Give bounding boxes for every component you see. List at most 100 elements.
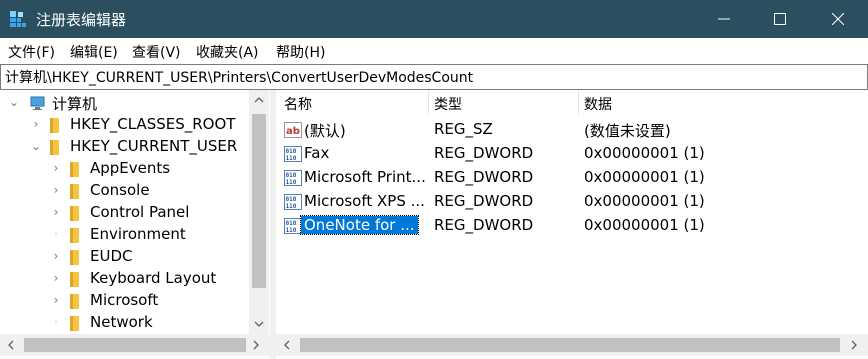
dword-value-icon: 010 110 <box>284 218 302 234</box>
value-row[interactable]: 010 110 Microsoft XPS ... REG_DWORD 0x00… <box>276 190 868 214</box>
menu-view[interactable]: 查看(V) <box>132 42 181 62</box>
folder-icon <box>70 162 79 177</box>
minimize-icon <box>718 18 730 20</box>
tree-item-label: Environment <box>90 225 186 243</box>
scroll-right-icon[interactable] <box>850 340 858 350</box>
svg-text:110: 110 <box>286 155 297 162</box>
value-data: 0x00000001 (1) <box>584 216 705 234</box>
chevron-down-icon[interactable]: ⌄ <box>30 139 42 153</box>
svg-text:110: 110 <box>286 227 297 234</box>
address-bar[interactable]: 计算机\HKEY_CURRENT_USER\Printers\ConvertUs… <box>0 64 868 90</box>
folder-icon <box>70 250 79 265</box>
scroll-right-icon[interactable] <box>252 340 260 350</box>
tree-item-label: HKEY_CLASSES_ROOT <box>70 115 236 133</box>
scroll-up-icon[interactable] <box>254 96 264 104</box>
value-data: 0x00000001 (1) <box>584 168 705 186</box>
chevron-down-icon[interactable]: ⌄ <box>8 95 20 109</box>
svg-text:010: 010 <box>286 172 297 179</box>
folder-icon <box>70 206 79 221</box>
tree-item-keyboard-layout[interactable]: › Keyboard Layout <box>0 268 250 290</box>
tree-leaf-dots-icon: · <box>54 227 58 241</box>
folder-icon <box>70 184 79 199</box>
chevron-right-icon[interactable]: › <box>50 183 62 197</box>
scrollbar-thumb[interactable] <box>300 338 840 352</box>
close-button[interactable] <box>810 0 866 38</box>
chevron-right-icon[interactable]: › <box>30 117 42 131</box>
list-header: 名称 类型 数据 <box>276 90 868 114</box>
svg-text:010: 010 <box>286 196 297 203</box>
column-header-data[interactable]: 数据 <box>584 94 612 114</box>
tree-item-label: Control Panel <box>90 203 190 221</box>
tree-vertical-scrollbar[interactable] <box>249 90 269 334</box>
value-data: (数值未设置) <box>584 122 671 140</box>
dword-value-icon: 010 110 <box>284 194 302 210</box>
key-tree: ⌄ 计算机 › HKEY_CLASSES_ROOT ⌄ HKEY_CURRENT… <box>0 90 270 359</box>
value-row[interactable]: 010 110 Fax REG_DWORD 0x00000001 (1) <box>276 142 868 166</box>
tree-item-label: 计算机 <box>52 95 98 113</box>
value-data: 0x00000001 (1) <box>584 192 705 210</box>
regedit-icon <box>10 11 26 27</box>
computer-icon <box>30 96 45 110</box>
value-type: REG_DWORD <box>434 168 534 186</box>
tree-item-console[interactable]: › Console <box>0 180 250 202</box>
address-path[interactable]: 计算机\HKEY_CURRENT_USER\Printers\ConvertUs… <box>5 67 473 87</box>
window-title: 注册表编辑器 <box>36 11 127 29</box>
value-type: REG_DWORD <box>434 192 534 210</box>
tree-item-control-panel[interactable]: › Control Panel <box>0 202 250 224</box>
value-name: (默认) <box>304 122 346 140</box>
value-type: REG_DWORD <box>434 216 534 234</box>
tree-item-label: HKEY_CURRENT_USER <box>70 137 238 155</box>
scrollbar-thumb[interactable] <box>24 338 246 352</box>
menu-help[interactable]: 帮助(H) <box>276 42 325 62</box>
tree-item-hkey-current-user[interactable]: ⌄ HKEY_CURRENT_USER <box>0 136 250 158</box>
string-value-icon: ab <box>284 122 302 138</box>
maximize-icon <box>774 13 786 25</box>
maximize-button[interactable] <box>752 0 808 38</box>
close-icon <box>832 13 844 25</box>
column-header-name[interactable]: 名称 <box>284 94 312 114</box>
value-row[interactable]: 010 110 Microsoft Print... REG_DWORD 0x0… <box>276 166 868 190</box>
tree-item-eudc[interactable]: › EUDC <box>0 246 250 268</box>
folder-icon <box>70 228 79 243</box>
menu-edit[interactable]: 编辑(E) <box>70 42 118 62</box>
chevron-right-icon[interactable]: › <box>50 249 62 263</box>
folder-icon <box>50 118 59 133</box>
values-list: 名称 类型 数据 ab (默认) REG_SZ (数值未设置) 010 110 … <box>276 90 868 334</box>
tree-item-appevents[interactable]: › AppEvents <box>0 158 250 180</box>
scroll-left-icon[interactable] <box>283 340 291 350</box>
svg-text:ab: ab <box>286 126 300 137</box>
tree-leaf-dots-icon: · <box>54 315 58 329</box>
svg-text:010: 010 <box>286 220 297 227</box>
folder-icon <box>70 272 79 287</box>
chevron-right-icon[interactable]: › <box>50 161 62 175</box>
minimize-button[interactable] <box>696 0 752 38</box>
value-name: Fax <box>304 144 330 162</box>
value-row-selected[interactable]: 010 110 OneNote for ... REG_DWORD 0x0000… <box>276 214 868 238</box>
menu-bar: 文件(F) 编辑(E) 查看(V) 收藏夹(A) 帮助(H) <box>0 38 868 64</box>
tree-item-computer[interactable]: ⌄ 计算机 <box>0 92 250 114</box>
value-type: REG_SZ <box>434 120 493 138</box>
value-row[interactable]: ab (默认) REG_SZ (数值未设置) <box>276 118 868 142</box>
chevron-right-icon[interactable]: › <box>50 293 62 307</box>
tree-item-microsoft[interactable]: › Microsoft <box>0 290 250 312</box>
list-horizontal-scrollbar[interactable] <box>276 334 868 356</box>
svg-text:010: 010 <box>286 148 297 155</box>
column-header-type[interactable]: 类型 <box>434 94 462 114</box>
scroll-down-icon[interactable] <box>254 320 264 328</box>
tree-horizontal-scrollbar[interactable] <box>0 334 270 356</box>
chevron-right-icon[interactable]: › <box>50 271 62 285</box>
tree-item-label: Network <box>90 313 153 331</box>
tree-item-label: EUDC <box>90 247 133 265</box>
chevron-right-icon[interactable]: › <box>50 205 62 219</box>
menu-file[interactable]: 文件(F) <box>8 42 55 62</box>
menu-favorites[interactable]: 收藏夹(A) <box>196 42 259 62</box>
tree-item-hkey-classes-root[interactable]: › HKEY_CLASSES_ROOT <box>0 114 250 136</box>
tree-item-environment[interactable]: · Environment <box>0 224 250 246</box>
title-bar: 注册表编辑器 <box>0 0 868 38</box>
scrollbar-thumb[interactable] <box>252 114 266 288</box>
scroll-left-icon[interactable] <box>7 340 15 350</box>
column-separator[interactable] <box>428 90 429 114</box>
tree-item-label: Microsoft <box>90 291 159 309</box>
tree-item-network[interactable]: · Network <box>0 312 250 334</box>
column-separator[interactable] <box>578 90 579 114</box>
